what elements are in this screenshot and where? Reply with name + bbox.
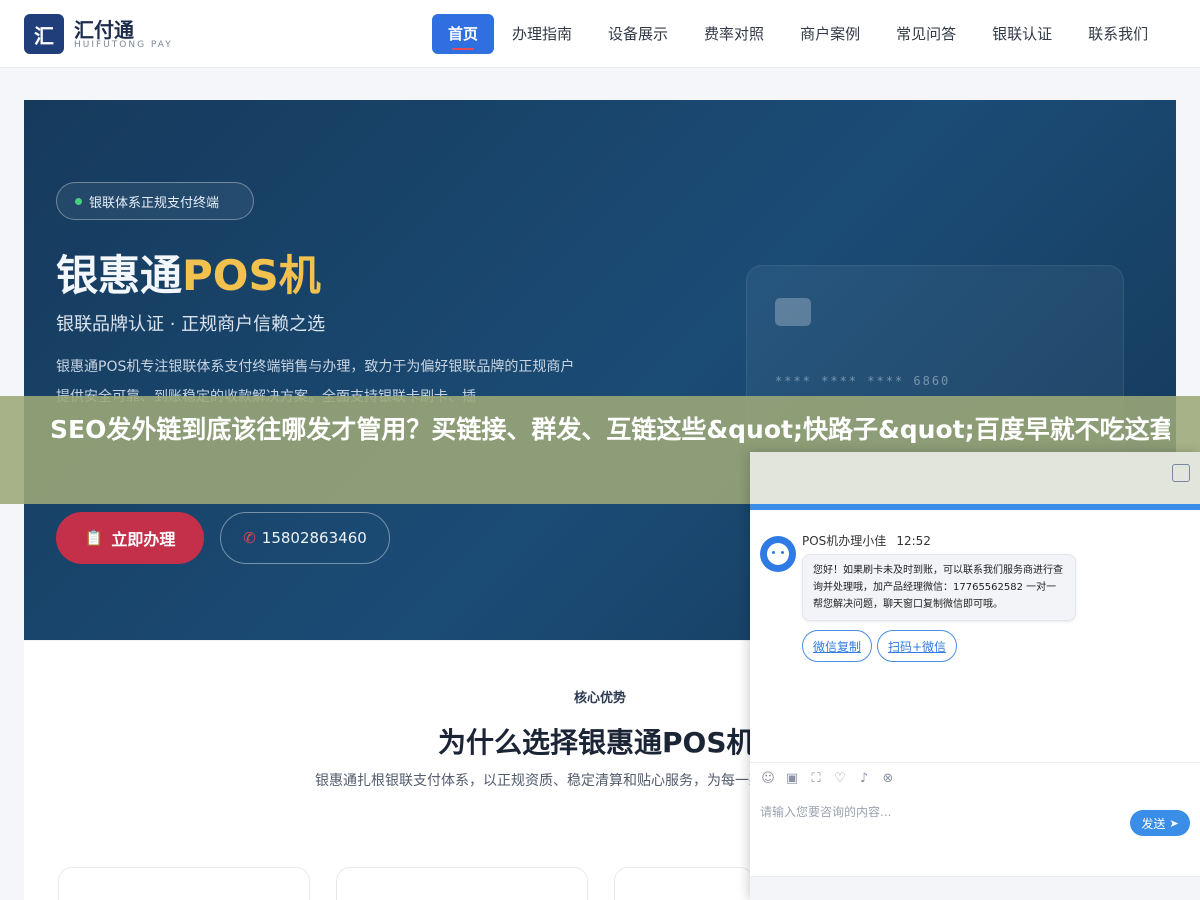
nav-item-certification[interactable]: 银联认证 [974, 14, 1070, 54]
site-header: 汇 汇付通 HUIFUTONG PAY 首页 办理指南 设备展示 费率对照 商户… [0, 0, 1200, 68]
apply-now-label: 立即办理 [111, 530, 176, 549]
chat-input[interactable] [760, 802, 1120, 822]
feature-card[interactable] [336, 867, 588, 900]
chat-footer [750, 876, 1200, 900]
message-time: 12:52 [896, 534, 931, 548]
phone-button[interactable]: ✆ 15802863460 [220, 512, 390, 564]
minimize-icon[interactable] [1172, 464, 1190, 482]
send-button[interactable]: 发送 ➤ [1130, 810, 1190, 836]
chat-toolbar: ☺ ▣ ⛶ ♡ ♪ ⊗ [750, 762, 1200, 794]
chat-header [750, 452, 1200, 504]
phone-number: 15802863460 [261, 529, 367, 547]
hero-badge-label: 银联体系正规支付终端 [89, 195, 220, 211]
nav-item-cases[interactable]: 商户案例 [782, 14, 878, 54]
card-number: **** **** **** 6860 [775, 374, 951, 388]
feature-card[interactable] [614, 867, 754, 900]
agent-meta: POS机办理小佳 12:52 [802, 532, 931, 549]
nav-item-contact[interactable]: 联系我们 [1070, 14, 1166, 54]
agent-avatar [760, 536, 796, 572]
feature-card[interactable] [58, 867, 310, 900]
phone-icon: ✆ [243, 529, 256, 547]
send-label: 发送 [1141, 816, 1166, 831]
copy-wechat-button[interactable]: 微信复制 [802, 630, 872, 662]
screenshot-icon[interactable]: ⛶ [808, 771, 824, 787]
chat-accent-bar [750, 504, 1200, 510]
agent-face-icon [767, 543, 789, 565]
nav-item-devices[interactable]: 设备展示 [590, 14, 686, 54]
nav-item-home[interactable]: 首页 [432, 14, 495, 54]
link-icon[interactable]: ⊗ [880, 771, 896, 787]
sound-icon[interactable]: ♪ [856, 771, 872, 787]
agent-name: POS机办理小佳 [802, 534, 887, 548]
brand-subtitle: HUIFUTONG PAY [74, 40, 173, 50]
rating-icon[interactable]: ♡ [832, 771, 848, 787]
card-chip-icon [775, 298, 811, 326]
emoji-icon[interactable]: ☺ [760, 771, 776, 787]
nav-item-rates[interactable]: 费率对照 [686, 14, 782, 54]
status-dot-icon [75, 198, 82, 205]
section-title: 为什么选择银惠通POS机 [438, 726, 755, 759]
hero-title-main: 银惠通 [56, 251, 183, 300]
nav-item-faq[interactable]: 常见问答 [878, 14, 974, 54]
image-icon[interactable]: ▣ [784, 771, 800, 787]
hero-badge: 银联体系正规支付终端 [56, 182, 254, 220]
nav-item-guide[interactable]: 办理指南 [494, 14, 590, 54]
brand-name[interactable]: 汇付通 [74, 14, 134, 43]
hero-subtitle: 银联品牌认证 · 正规商户信赖之选 [56, 314, 326, 335]
brand-logo-icon[interactable]: 汇 [24, 14, 64, 54]
hero-title-accent: POS机 [182, 251, 321, 300]
agent-message: 您好！如果刷卡未及时到账，可以联系我们服务商进行查询并处理哦，加产品经理微信：1… [802, 554, 1076, 621]
clipboard-icon: 📋 [84, 529, 104, 547]
scan-wechat-button[interactable]: 扫码+微信 [877, 630, 957, 662]
main-nav: 首页 办理指南 设备展示 费率对照 商户案例 常见问答 银联认证 联系我们 [432, 14, 1166, 54]
chat-widget: POS机办理小佳 12:52 您好！如果刷卡未及时到账，可以联系我们服务商进行查询… [750, 452, 1200, 900]
send-arrow-icon: ➤ [1169, 816, 1179, 830]
hero-title: 银惠通POS机 [56, 242, 321, 303]
apply-now-button[interactable]: 📋 立即办理 [56, 512, 204, 564]
